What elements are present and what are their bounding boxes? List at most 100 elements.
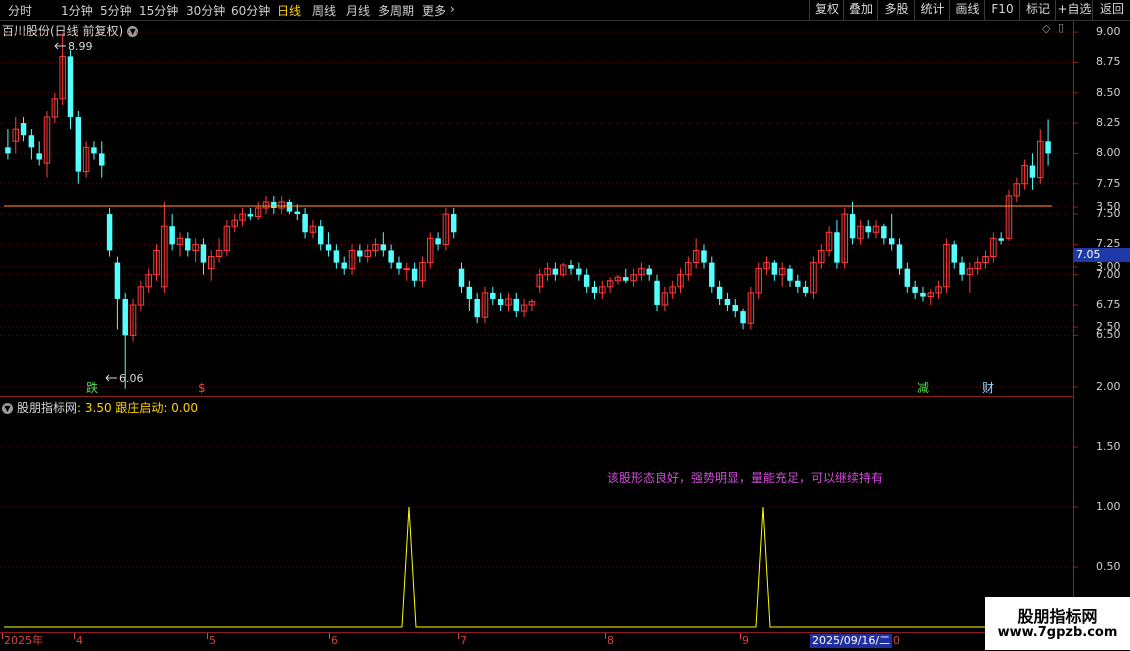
candle-body-down [271,201,277,208]
high-arrow [54,42,66,50]
date-tick: 2025年 [4,634,43,647]
candle-body-down [99,153,105,166]
indicator-message: 该股形态良好，强势明显，量能充足，可以继续持有 [607,471,884,485]
pane-divider [0,396,1074,397]
price-tick: 8.50 [1096,85,1121,99]
chevron-down-icon[interactable]: ▼ [2,403,13,414]
candle-body-down [333,250,340,263]
candle-body-down [20,123,27,136]
candle-body-down [247,214,254,217]
candle-body-down [709,262,715,287]
candle-body-down [357,250,363,257]
high-price-label: 8.99 [68,40,93,53]
candle-body-down [466,286,473,299]
candle-body-down [294,211,301,215]
date-tick: 8 [607,634,614,647]
candle-body-up [403,268,411,271]
date-tail: 0 [893,634,900,647]
date-tick-mark [2,633,3,639]
indicator-tick: 3.00 [1096,260,1121,273]
candle-body-down [787,268,793,281]
candle-body-down [896,244,903,269]
candle-body-down [450,214,457,233]
marker-jian: 减 [917,381,929,395]
date-tick: 7 [460,634,467,647]
date-tick-mark [329,633,330,639]
candle-body-down [771,262,778,275]
kline-chart[interactable]: 8.99 6.06 跌 $ 减 财 [0,0,1130,650]
candle-body-down [497,298,504,306]
date-tick: 4 [76,634,83,647]
candle-body-down [865,226,871,233]
candle-body-down [888,238,895,245]
selected-date: 2025/09/16/二 [810,634,893,648]
date-tick-mark [207,633,208,639]
low-price-label: 6.06 [119,372,144,385]
candle-body-down [380,244,387,251]
candle-body-down [904,268,911,287]
candle-body-down [834,232,840,263]
indicator-tick: 0.50 [1096,560,1121,573]
marker-die: 跌 [86,380,98,395]
date-tick: 6 [331,634,338,647]
candle-body-down [91,147,97,154]
candle-body-down [1029,165,1036,178]
watermark-title: 股朋指标网 [1017,607,1098,626]
candle-body-down [740,311,746,324]
candle-body-down [114,262,121,299]
price-tick: 8.25 [1096,116,1121,130]
candle-body-down [325,244,332,251]
candle-body-down [623,277,629,281]
candle-body-down [185,238,191,251]
date-tick-mark [458,633,459,639]
marker-cai: 财 [982,381,994,395]
candle-body-down [318,226,324,245]
indicator-tick: 1.00 [1096,500,1121,513]
indicator-tick: 3.50 [1096,200,1121,213]
candle-body-down [654,280,660,306]
indicator-value: : 3.50 [77,401,112,415]
candle-body-down [435,238,441,245]
candle-body-down [200,244,207,263]
indicator-tick: 1.50 [1096,440,1121,453]
candle-body-down [302,214,308,233]
candle-body-down [1045,141,1051,154]
candle-body-down [67,56,74,118]
indicator-header[interactable]: ▼ 股朋指标网: 3.50 跟庄启动: 0.00 [2,399,198,416]
candle-body-down [396,262,402,269]
candle-body-down [106,214,113,251]
candle-body-down [849,214,856,239]
candle-body-down [36,153,42,160]
candle-body-down [5,147,11,154]
candle-body-down [458,268,465,287]
date-tick-mark [74,633,75,639]
price-tick: 8.75 [1096,55,1121,69]
low-arrow [105,374,117,382]
candle-body-down [122,298,128,336]
candle-body-down [568,265,574,269]
candle-body-down [388,250,394,263]
candle-body-down [75,117,82,172]
price-tick: 7.75 [1096,176,1121,190]
candle-body-down [951,244,957,263]
candle-body-down [411,268,418,281]
candle-body-down [920,292,926,297]
candle-body-down [286,201,293,212]
candle-body-down [552,268,559,275]
candle-body-down [724,298,731,306]
axis-divider [1073,20,1074,632]
date-tick: 5 [209,634,216,647]
candle-body-down [959,262,965,275]
indicator-tick: 2.50 [1096,320,1121,333]
date-tick-mark [740,633,741,639]
candle-body-down [881,226,887,239]
candle-body-down [591,286,598,293]
marker-dollar: $ [198,381,206,395]
candle-body-down [795,280,801,287]
candle-body-down [998,238,1004,241]
candle-body-down [912,286,918,293]
date-tick-mark [605,633,606,639]
candle-body-down [576,268,582,275]
candle-body-down [490,292,496,299]
candle-body-down [732,305,738,312]
